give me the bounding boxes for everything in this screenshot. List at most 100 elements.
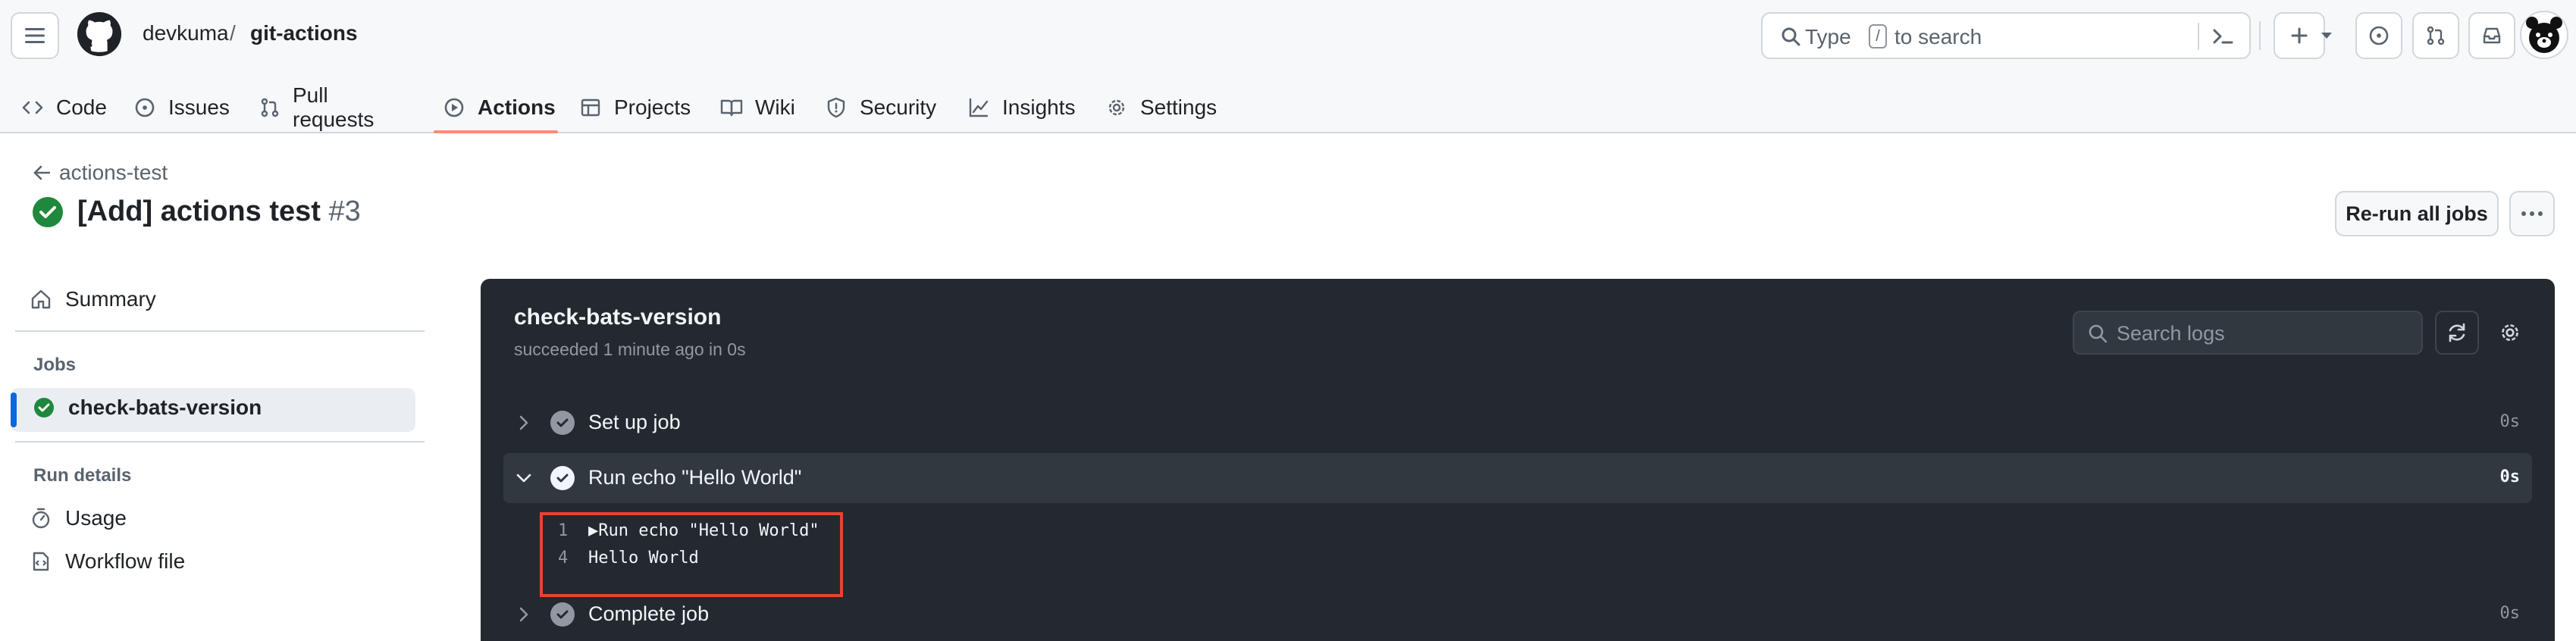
play-icon xyxy=(443,96,465,119)
step-duration: 0s xyxy=(2499,604,2521,623)
sidebar-jobs-heading: Jobs xyxy=(33,355,77,375)
stopwatch-icon xyxy=(32,508,50,529)
more-options-button[interactable] xyxy=(2509,191,2555,236)
menu-button[interactable] xyxy=(11,12,59,59)
plus-icon xyxy=(2291,27,2308,44)
run-number: #3 xyxy=(328,195,361,227)
tab-projects-label: Projects xyxy=(614,95,691,119)
kebab-horizontal-icon xyxy=(2521,211,2543,216)
pull-requests-button[interactable] xyxy=(2412,12,2459,59)
sidebar-summary-label: Summary xyxy=(65,287,156,311)
breadcrumb-owner[interactable]: devkuma xyxy=(143,21,229,45)
shield-icon xyxy=(825,96,848,119)
sidebar-item-workflow-file[interactable]: Workflow file xyxy=(30,549,185,574)
breadcrumb-separator: / xyxy=(230,21,236,45)
check-circle-fill-icon xyxy=(550,602,575,627)
check-circle-fill-icon xyxy=(550,411,575,435)
step-name: Set up job xyxy=(588,411,681,433)
command-palette-icon[interactable] xyxy=(2211,26,2234,47)
sidebar-run-details-heading: Run details xyxy=(33,465,132,486)
breadcrumb-repo[interactable]: git-actions xyxy=(250,21,358,45)
issue-icon xyxy=(133,96,156,119)
step-duration: 0s xyxy=(2499,467,2521,486)
home-icon xyxy=(31,289,51,309)
back-to-workflow-link[interactable]: actions-test xyxy=(33,161,168,185)
arrow-left-icon xyxy=(33,165,50,180)
sidebar-workflow-file-label: Workflow file xyxy=(65,549,186,573)
check-circle-fill-icon xyxy=(34,398,54,417)
search-icon xyxy=(1782,27,1800,46)
user-avatar[interactable] xyxy=(2520,11,2568,59)
inbox-button[interactable] xyxy=(2468,12,2515,59)
global-search-input[interactable]: Type / to search xyxy=(1761,12,2251,59)
search-placeholder-type: Type xyxy=(1805,25,1851,48)
github-logo-icon[interactable] xyxy=(76,11,123,58)
gear-icon xyxy=(1105,96,1128,119)
tab-wiki[interactable]: Wiki xyxy=(720,82,795,133)
sidebar-item-usage[interactable]: Usage xyxy=(30,506,127,530)
tab-projects[interactable]: Projects xyxy=(579,82,691,133)
gear-icon xyxy=(2502,324,2518,341)
active-tab-indicator xyxy=(434,130,558,133)
search-logs-placeholder: Search logs xyxy=(2117,322,2225,345)
issue-icon xyxy=(2369,26,2389,45)
file-code-icon xyxy=(33,552,49,571)
create-new-dropdown[interactable] xyxy=(2307,12,2346,59)
back-label: actions-test xyxy=(59,161,168,184)
step-row-expanded[interactable]: Run echo "Hello World" 0s xyxy=(503,453,2532,503)
sidebar-divider xyxy=(15,441,425,442)
book-icon xyxy=(720,96,743,119)
tab-code-label: Code xyxy=(56,95,107,119)
table-icon xyxy=(579,96,602,119)
tab-actions[interactable]: Actions xyxy=(443,82,556,133)
tab-settings[interactable]: Settings xyxy=(1105,82,1217,133)
step-row[interactable]: Complete job 0s xyxy=(503,589,2532,639)
sidebar-item-summary[interactable]: Summary xyxy=(30,287,156,311)
sidebar-usage-label: Usage xyxy=(65,506,127,530)
avatar-bear-icon xyxy=(2526,17,2562,53)
step-name: Run echo "Hello World" xyxy=(588,466,802,489)
run-title: [Add] actions test xyxy=(77,195,321,227)
check-circle-fill-icon xyxy=(550,466,575,490)
run-title-row: [Add] actions test #3 xyxy=(32,195,361,228)
tab-issues[interactable]: Issues xyxy=(133,82,230,133)
tab-actions-label: Actions xyxy=(478,95,556,119)
job-log-panel: check-bats-version succeeded 1 minute ag… xyxy=(481,279,2555,641)
chevron-right-icon xyxy=(519,607,528,622)
slash-key-hint: / xyxy=(1869,24,1887,48)
tab-settings-label: Settings xyxy=(1140,95,1217,119)
check-circle-fill-icon xyxy=(33,196,63,227)
pull-request-icon xyxy=(259,96,280,119)
step-row[interactable]: Set up job 0s xyxy=(503,398,2532,448)
sidebar-job-row[interactable]: check-bats-version xyxy=(33,396,262,420)
tab-security-label: Security xyxy=(860,95,937,119)
search-icon xyxy=(2089,324,2107,343)
tab-wiki-label: Wiki xyxy=(755,95,795,119)
header-divider xyxy=(2259,21,2261,50)
inbox-icon xyxy=(2483,27,2501,44)
job-status-text: succeeded 1 minute ago in 0s xyxy=(514,339,746,359)
chevron-down-icon xyxy=(516,474,531,483)
tab-pull-requests[interactable]: Pull requests xyxy=(259,82,375,133)
selected-indicator xyxy=(11,392,17,427)
tab-issues-label: Issues xyxy=(168,95,230,119)
search-logs-input[interactable]: Search logs xyxy=(2073,311,2423,355)
triangle-down-icon xyxy=(2321,33,2332,39)
chevron-right-icon xyxy=(519,415,528,430)
rerun-all-jobs-button[interactable]: Re-run all jobs xyxy=(2335,191,2499,236)
log-settings-button[interactable] xyxy=(2491,314,2529,352)
refresh-logs-button[interactable] xyxy=(2435,311,2479,355)
code-icon xyxy=(21,96,44,119)
issues-button[interactable] xyxy=(2355,12,2402,59)
tab-pull-requests-label: Pull requests xyxy=(293,83,374,131)
step-name: Complete job xyxy=(588,602,710,625)
highlight-annotation-box xyxy=(540,512,843,597)
search-divider xyxy=(2198,23,2199,50)
sync-icon xyxy=(2449,323,2465,342)
tab-security[interactable]: Security xyxy=(825,82,936,133)
sidebar-job-label: check-bats-version xyxy=(68,396,262,419)
graph-icon xyxy=(967,96,990,119)
pull-request-icon xyxy=(2427,26,2445,45)
tab-code[interactable]: Code xyxy=(21,82,107,133)
tab-insights[interactable]: Insights xyxy=(967,82,1076,133)
